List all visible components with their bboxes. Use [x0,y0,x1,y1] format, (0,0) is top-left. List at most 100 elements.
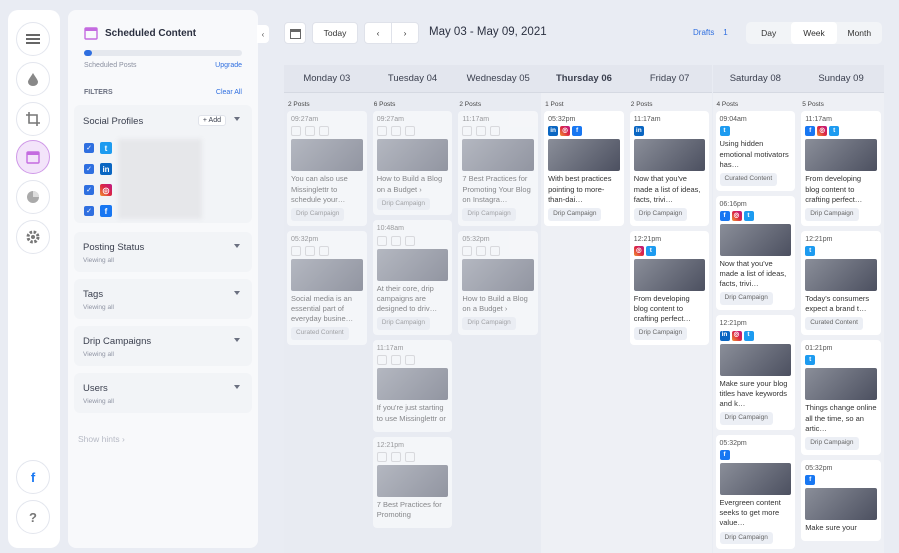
today-button[interactable]: Today [312,22,358,44]
gear-icon[interactable] [16,220,50,254]
post-card[interactable]: 12:21pm 7 Best Practices for Promoting [372,436,453,529]
post-time: 05:32pm [548,116,576,123]
post-card[interactable]: 09:27am You can also use Missinglettr to… [287,111,367,226]
post-card[interactable]: 05:32pm Social media is an essential par… [287,230,367,346]
drop-icon[interactable] [16,62,50,96]
day-column: Sunday 09 5 Posts 11:17am f ◎ t From develo… [798,65,884,553]
post-card[interactable]: 05:32pm How to Build a Blog on a Budget … [458,230,539,336]
filter-section[interactable]: Tags Viewing all [74,279,252,319]
post-time: 09:04am [719,116,747,123]
profile-checkbox[interactable]: ✓ [84,164,94,174]
chevron-down-icon[interactable] [234,117,240,121]
chevron-down-icon [234,385,240,389]
tab-day[interactable]: Day [746,22,791,44]
post-text: Things change online all the time, so an… [805,403,877,433]
post-card[interactable]: 12:21pm ◎ t From developing blog content … [629,230,710,346]
post-card[interactable]: 10:48am At their core, drip campaigns ar… [372,220,453,336]
chevron-down-icon [234,291,240,295]
filter-section[interactable]: Users Viewing all [74,373,252,413]
post-card[interactable]: 05:32pm in ◎ f With best practices pointin… [544,111,624,226]
post-card[interactable]: 01:21pm t Things change online all the t… [801,340,881,455]
post-count: 5 Posts [802,101,824,108]
post-time: 05:32pm [805,464,833,472]
post-image [462,259,535,292]
post-card[interactable]: 09:27am How to Build a Blog on a Budget … [372,111,453,216]
post-text: Now that you've made a list of ideas, fa… [633,174,701,204]
post-text: 7 Best Practices for Promoting Your Blog… [462,174,531,204]
post-card[interactable]: 11:17am If you're just starting to use M… [372,340,453,432]
post-image [548,139,620,172]
collapse-panel-button[interactable]: ‹ [257,25,269,43]
post-text: 7 Best Practices for Promoting [376,500,442,520]
post-card[interactable]: 06:16pm f ◎ t Now that you've made a list … [715,195,796,311]
add-profile-button[interactable]: + Add [197,115,226,126]
filter-panel: Scheduled Content Scheduled Posts Upgrad… [68,10,258,548]
post-card[interactable]: 12:21pm in ◎ t Make sure your blog titles … [715,315,796,430]
post-count: 4 Posts [716,101,739,108]
day-column: Wednesday 05 2 Posts 11:17am 7 Best Pract… [455,65,542,553]
post-time: 11:17am [462,116,490,123]
post-card[interactable]: 12:21pm t Today's consumers expect a bra… [801,230,881,336]
help-icon[interactable]: ? [16,500,50,534]
post-time: 11:17am [633,116,661,123]
post-tag: Drip Campaign [548,207,602,221]
upgrade-link[interactable]: Upgrade [215,62,242,69]
twitter-icon: t [100,142,112,154]
post-tag: Drip Campaign [462,317,516,331]
day-column: Monday 03 2 Posts 09:27am You can also us… [284,65,370,553]
week-calendar: Monday 03 2 Posts 09:27am You can also us… [284,65,884,553]
linkedin-icon: in [633,126,644,137]
filter-section[interactable]: Posting Status Viewing all [74,232,252,272]
post-text: At their core, drip campaigns are design… [376,283,438,314]
post-tag: Drip Campaign [719,531,773,545]
filter-section-sub: Viewing all [83,351,114,358]
profile-checkbox[interactable]: ✓ [84,185,94,195]
post-time: 05:32pm [719,439,747,447]
pie-chart-icon[interactable] [16,180,50,214]
profile-checkbox[interactable]: ✓ [84,143,94,153]
post-image [291,259,363,292]
facebook-icon: f [719,211,730,222]
day-header: Friday 07 [626,65,713,93]
twitter-icon: t [743,330,754,341]
next-week-button[interactable]: › [391,22,419,44]
tab-week[interactable]: Week [791,22,837,44]
filter-section[interactable]: Drip Campaigns Viewing all [74,326,252,366]
calendar-icon[interactable] [16,140,50,174]
post-card[interactable]: 05:32pm f Make sure your [801,459,881,542]
post-time: 06:16pm [719,200,747,208]
post-text: From developing blog content to crafting… [633,294,691,324]
post-image [805,368,877,401]
post-tag: Drip Campaign [719,411,773,425]
post-text: Now that you've made a list of ideas, fa… [719,259,787,289]
calendar-picker-button[interactable] [284,22,306,44]
clear-all-link[interactable]: Clear All [216,89,242,96]
post-card[interactable]: 11:17am f ◎ t From developing blog content… [801,111,881,226]
show-hints-link[interactable]: Show hints › [78,434,125,444]
calendar-icon [84,27,98,40]
post-card[interactable]: 09:04am t Using hidden emotional motivat… [715,111,796,191]
post-image [376,139,449,172]
post-card[interactable]: 11:17am in Now that you've made a list o… [629,111,710,226]
post-count: 2 Posts [459,101,482,108]
day-header: Thursday 06 [541,65,627,93]
post-card[interactable]: 11:17am 7 Best Practices for Promoting Y… [458,111,539,226]
post-tag: Curated Content [719,172,778,186]
day-header: Tuesday 04 [369,65,456,93]
drafts-link[interactable]: Drafts 1 [693,28,728,37]
filters-heading: FILTERS [84,89,113,96]
tab-month[interactable]: Month [837,22,882,44]
facebook-icon[interactable]: f [16,460,50,494]
post-time: 09:27am [376,116,404,123]
linkedin-icon: in [548,126,559,137]
post-card[interactable]: 05:32pm f Evergreen content seeks to get… [715,434,796,550]
drafts-count: 1 [723,28,728,37]
filter-section-title: Drip Campaigns [83,336,152,347]
twitter-icon: t [829,126,840,137]
profile-checkbox[interactable]: ✓ [84,206,94,216]
post-image [805,259,877,292]
list-icon[interactable] [16,22,50,56]
post-tag: Drip Campaign [376,317,431,331]
crop-icon[interactable] [16,102,50,136]
prev-week-button[interactable]: ‹ [364,22,392,44]
